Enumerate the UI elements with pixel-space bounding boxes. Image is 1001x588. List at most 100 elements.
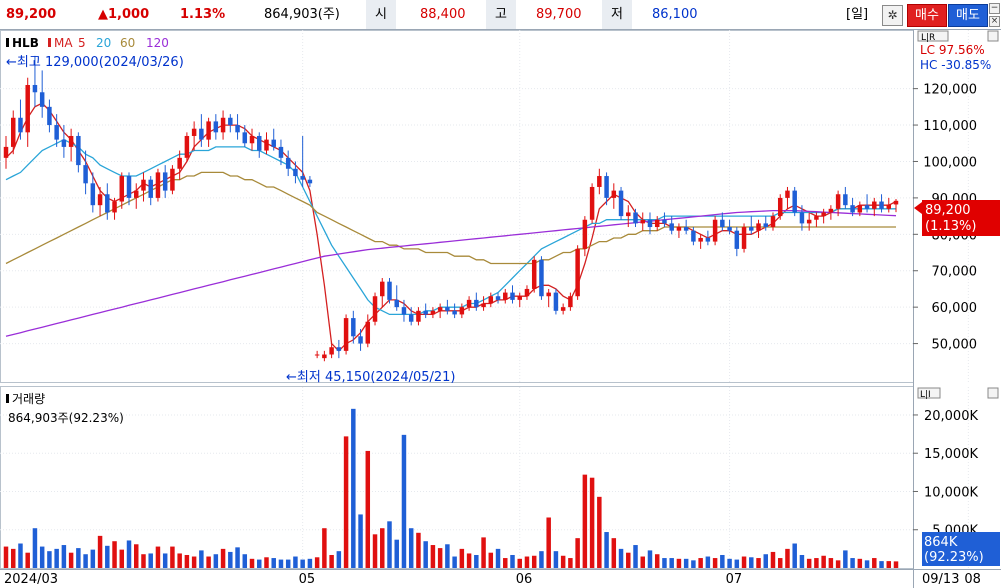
volume-bar	[843, 550, 848, 568]
volume-bar	[148, 553, 153, 568]
candle-body	[141, 179, 146, 191]
volume-bar	[423, 541, 428, 568]
candle-body	[466, 299, 472, 308]
month-label: 06	[516, 572, 533, 587]
last-volume-value: 864K	[924, 535, 958, 550]
candle-body	[105, 194, 110, 213]
candle-body	[814, 216, 819, 220]
volume-bar	[872, 558, 877, 568]
volume-bar	[3, 546, 9, 568]
volume-bar	[343, 436, 349, 568]
trade-volume: 864,903(주)	[264, 7, 340, 22]
volume-bar	[705, 556, 711, 568]
volume-bar	[850, 558, 855, 568]
volume-bar	[481, 537, 486, 568]
candle-body	[134, 190, 139, 198]
volume-bar	[365, 450, 371, 568]
candle-body	[54, 125, 59, 140]
volume-bar	[105, 545, 110, 568]
candle-body	[394, 299, 399, 308]
period-selector[interactable]: [일]	[846, 0, 868, 29]
candle-body	[300, 176, 305, 180]
volume-bar	[322, 528, 327, 568]
candle-body	[307, 179, 313, 184]
volume-bar	[416, 532, 421, 568]
volume-bar	[647, 550, 653, 568]
candle-body	[792, 190, 797, 213]
candle-body	[271, 139, 276, 147]
volume-bar	[329, 554, 334, 568]
volume-bar	[510, 554, 515, 568]
volume-bar	[503, 558, 508, 568]
candle-body	[835, 194, 841, 209]
volume-bar	[25, 552, 30, 568]
price-change-pct: 1.13%	[180, 7, 226, 22]
candle-body	[249, 135, 255, 144]
volume-bar	[119, 549, 125, 568]
volume-bar	[401, 434, 407, 568]
volume-bar	[336, 551, 342, 568]
candle-body	[184, 135, 190, 158]
buy-button[interactable]: 매수	[907, 4, 947, 27]
candle-body	[257, 135, 262, 151]
candle-body	[25, 84, 30, 133]
volume-bar	[589, 477, 595, 568]
volume-bar	[683, 558, 689, 568]
ma60-label: 60	[120, 36, 135, 50]
volume-bar	[618, 548, 624, 568]
price-tick-label: 120,000	[923, 83, 977, 98]
volume-bar	[474, 554, 479, 568]
candle-body	[61, 139, 67, 147]
maximize-icon[interactable]	[987, 30, 999, 42]
volume-bar	[626, 552, 631, 568]
volume-bar	[568, 558, 573, 568]
settings-gear-icon[interactable]: ✲	[882, 5, 903, 26]
candle-body	[488, 296, 494, 304]
volume-bar	[293, 556, 298, 568]
candle-body	[97, 194, 103, 206]
candle-body	[481, 303, 486, 308]
candle-body	[647, 219, 653, 228]
volume-panel	[0, 386, 914, 569]
candle-body	[474, 299, 479, 308]
volume-bar	[134, 544, 139, 568]
candle-body	[560, 307, 566, 311]
volume-bar	[763, 554, 768, 568]
volume-bar	[524, 556, 530, 568]
high-label: 고	[486, 0, 516, 29]
price-tick-label: 50,000	[932, 338, 978, 353]
candle-body	[314, 354, 320, 356]
volume-bar	[408, 528, 414, 568]
volume-bar	[242, 554, 248, 568]
ticker-label: HLB	[12, 36, 39, 50]
minimize-icon[interactable]: −	[989, 3, 1000, 14]
x-axis-corner-date: 09/13	[922, 572, 959, 587]
volume-bar	[278, 559, 284, 568]
candle-body	[199, 128, 204, 140]
volume-bar	[170, 546, 175, 568]
candle-body	[806, 219, 812, 224]
volume-bar	[785, 548, 790, 568]
candle-body	[155, 172, 161, 198]
volume-bar	[47, 551, 52, 568]
candle-body	[633, 212, 638, 224]
candle-body	[589, 186, 595, 220]
volume-bar	[712, 558, 718, 568]
volume-bar	[575, 538, 580, 568]
volume-bar	[445, 544, 450, 568]
candle-body	[872, 201, 877, 209]
volume-bar	[539, 551, 544, 568]
volume-maximize-icon[interactable]	[987, 387, 999, 399]
month-label: 2024/03	[4, 572, 58, 587]
close-icon[interactable]: ×	[989, 16, 1000, 27]
candle-body	[401, 307, 407, 315]
volume-bar	[662, 558, 667, 568]
candle-body	[698, 237, 703, 242]
candle-body	[756, 223, 761, 231]
candle-body	[683, 227, 689, 231]
sell-button[interactable]: 매도	[948, 4, 988, 27]
volume-bar	[18, 543, 23, 568]
volume-bar	[698, 558, 703, 568]
candle-body	[654, 219, 660, 228]
volume-title: 거래량	[12, 392, 45, 406]
